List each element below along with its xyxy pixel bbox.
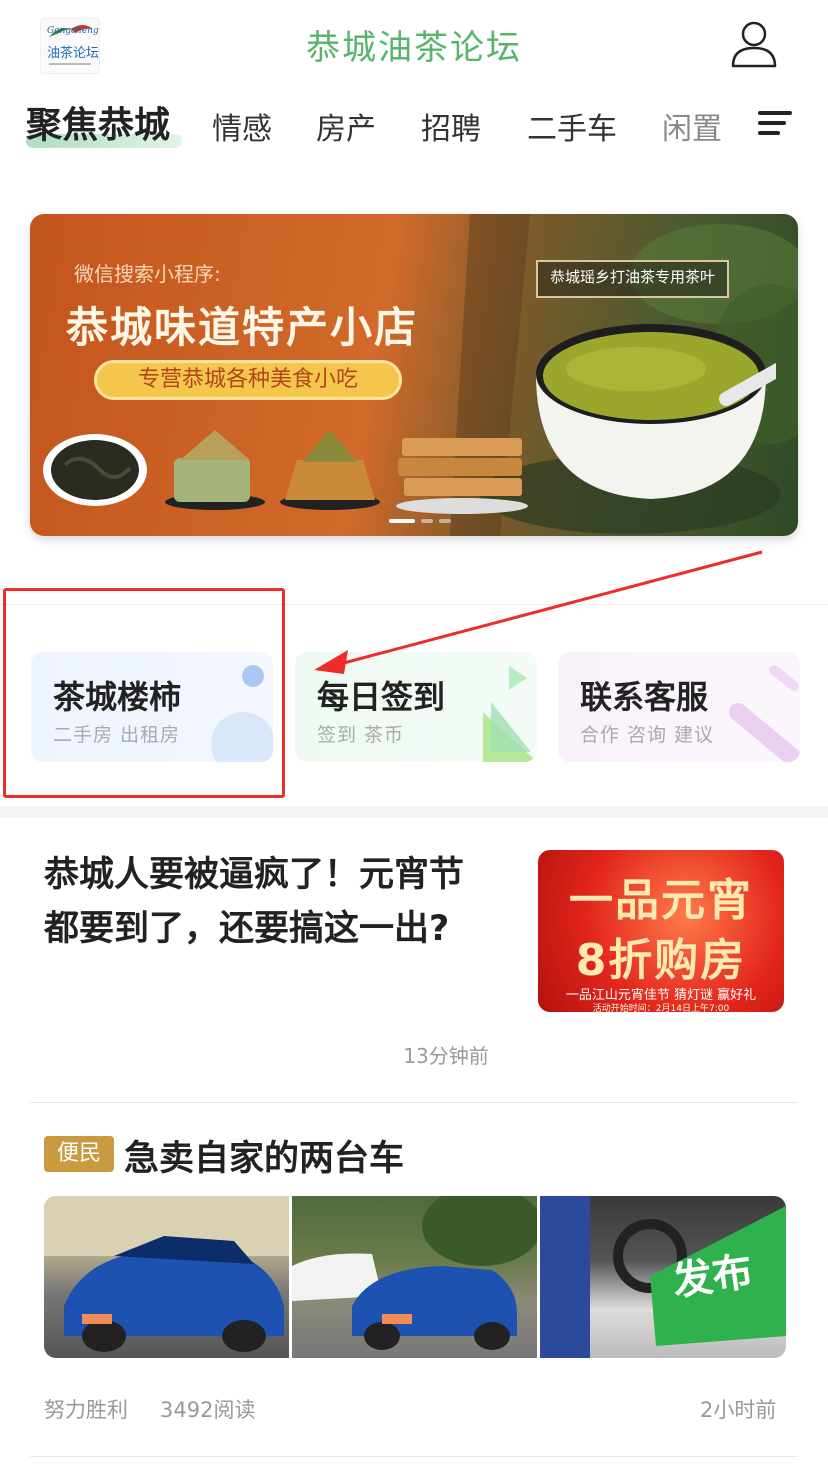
- menu-icon[interactable]: [758, 108, 796, 138]
- carousel-dot: [439, 519, 451, 523]
- thumbnail-small-text: 活动开始时间：2月14日上午7:00: [592, 1004, 730, 1012]
- tea-leaves-image: [43, 434, 147, 506]
- tea-bowl-image: [536, 324, 776, 499]
- banner-tag: 恭城瑶乡打油茶专用茶叶: [536, 260, 730, 298]
- tab-real-estate[interactable]: 房产: [316, 104, 376, 148]
- article-time: 13分钟前: [403, 1044, 489, 1068]
- carousel-dot-active: [389, 519, 415, 523]
- article-time: 2小时前: [700, 1398, 777, 1422]
- car-photo[interactable]: [292, 1196, 537, 1358]
- promo-banner[interactable]: 微信搜索小程序: 恭城味道特产小店 专营恭城各种美食小吃 恭城瑶乡打油茶专用茶叶: [30, 214, 798, 536]
- article-thumbnail[interactable]: 一品元宵 8折购房 一品江山元宵佳节 猜灯谜 赢好礼 活动开始时间：2月14日上…: [538, 850, 784, 1012]
- carousel-dot: [421, 519, 433, 523]
- crackers-image: [396, 438, 528, 514]
- article-author[interactable]: 努力胜利: [44, 1394, 128, 1424]
- tab-focus-gongcheng[interactable]: 聚焦恭城: [26, 96, 170, 148]
- article-title[interactable]: 急卖自家的两台车: [124, 1130, 404, 1181]
- article-photo-grid[interactable]: 发布: [44, 1196, 786, 1358]
- tab-used-cars[interactable]: 二手车: [527, 104, 617, 148]
- section-gap: [0, 806, 828, 818]
- site-title: 恭城油茶论坛: [306, 28, 522, 68]
- banner-subtitle: 微信搜索小程序:: [74, 262, 221, 286]
- cake-image: [280, 430, 380, 510]
- banner-title: 恭城味道特产小店: [66, 303, 419, 352]
- category-nav: 聚焦恭城 情感 房产 招聘 二手车 闲置: [0, 96, 828, 156]
- article-separator: [30, 1456, 798, 1457]
- car-photo[interactable]: [44, 1196, 289, 1358]
- quick-link-subtitle: 签到 茶币: [317, 724, 405, 746]
- article-separator: [30, 1102, 798, 1103]
- tab-jobs[interactable]: 招聘: [421, 104, 481, 148]
- article-reads: 3492阅读: [160, 1398, 256, 1422]
- publish-badge[interactable]: 发布: [668, 1239, 756, 1308]
- rice-cake-image: [165, 430, 265, 510]
- category-tag: 便民: [44, 1136, 114, 1172]
- thumbnail-line1: 一品元宵: [569, 875, 753, 926]
- thumbnail-line2: 8折购房: [575, 935, 747, 986]
- red-arrow-annotation: [314, 550, 763, 674]
- quick-link-subtitle: 合作 咨询 建议: [580, 724, 715, 746]
- car-interior-photo[interactable]: 发布: [540, 1196, 786, 1358]
- banner-pill: 专营恭城各种美食小吃: [94, 360, 402, 400]
- article-title[interactable]: 恭城人要被逼疯了！元宵节都要到了，还要搞这一出?: [44, 848, 484, 956]
- tab-idle[interactable]: 闲置: [662, 104, 722, 148]
- tab-emotion[interactable]: 情感: [212, 104, 272, 148]
- carousel-indicator: [386, 508, 454, 527]
- highlight-box: [3, 588, 285, 798]
- user-icon[interactable]: [730, 18, 778, 68]
